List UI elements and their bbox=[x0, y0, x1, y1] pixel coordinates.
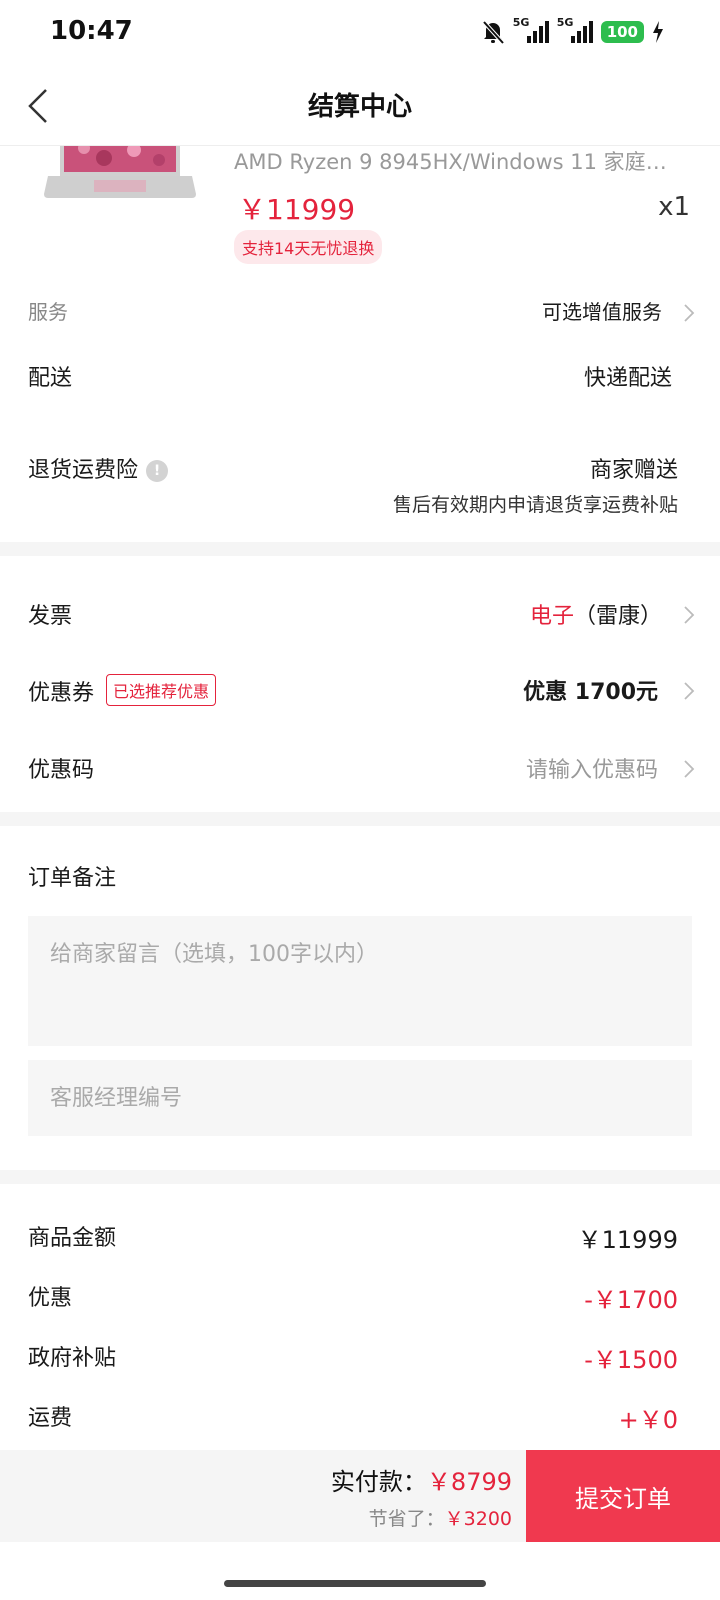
signal-5g-label-1: 5G bbox=[512, 16, 530, 29]
summary-label: 政府补贴 bbox=[28, 1346, 117, 1371]
promo-code-row[interactable]: 优惠码 请输入优惠码 bbox=[0, 750, 720, 790]
home-indicator[interactable] bbox=[224, 1580, 486, 1587]
invoice-type: 电子 bbox=[529, 604, 574, 629]
summary-value: -￥1500 bbox=[584, 1346, 678, 1374]
return-insurance-label: 退货运费险! bbox=[28, 452, 169, 484]
promo-code-label: 优惠码 bbox=[28, 758, 95, 783]
product-spec: AMD Ryzen 9 8945HX/Windows 11 家庭中文版 bbox=[234, 150, 684, 174]
summary-value: -￥1700 bbox=[584, 1286, 678, 1314]
product-price: ￥11999 bbox=[238, 193, 356, 226]
nav-bar: 结算中心 bbox=[0, 64, 720, 146]
signal-5g-label-2: 5G bbox=[556, 16, 574, 29]
summary-row-subtotal: 商品金额 ￥11999 bbox=[0, 1218, 720, 1258]
summary-row-shipping: 运费 +￥0 bbox=[0, 1398, 720, 1438]
status-bar: 10:47 5G 5G 100 bbox=[0, 0, 720, 64]
return-policy-tag: 支持14天无忧退换 bbox=[234, 230, 383, 264]
return-insurance-value: 商家赠送 bbox=[589, 458, 678, 483]
chevron-right-icon bbox=[684, 304, 695, 322]
signal-icon-2: 5G bbox=[557, 17, 593, 43]
summary-label: 商品金额 bbox=[28, 1226, 117, 1251]
coupon-label-text: 优惠券 bbox=[28, 681, 95, 706]
invoice-title: （雷康） bbox=[573, 604, 662, 629]
chevron-right-icon bbox=[684, 682, 695, 700]
summary-row-subsidy: 政府补贴 -￥1500 bbox=[0, 1338, 720, 1378]
coupon-badge: 已选推荐优惠 bbox=[106, 674, 217, 706]
section-divider bbox=[0, 812, 720, 826]
service-value: 可选增值服务 bbox=[542, 300, 662, 324]
submit-order-button[interactable]: 提交订单 bbox=[526, 1450, 720, 1542]
summary-label: 优惠 bbox=[28, 1286, 73, 1311]
status-time: 10:47 bbox=[50, 16, 133, 46]
invoice-row[interactable]: 发票 电子（雷康） bbox=[0, 596, 720, 636]
return-insurance-row: 退货运费险! 商家赠送 售后有效期内申请退货享运费补贴 bbox=[0, 452, 720, 522]
save-amount: ￥3200 bbox=[444, 1508, 512, 1530]
pay-amount: ￥8799 bbox=[426, 1468, 512, 1496]
delivery-value: 快递配送 bbox=[583, 366, 672, 391]
merchant-message-input[interactable] bbox=[28, 916, 692, 1046]
coupon-label: 优惠券 已选推荐优惠 bbox=[28, 674, 217, 707]
signal-icon-1: 5G bbox=[513, 17, 549, 43]
page-title: 结算中心 bbox=[307, 92, 412, 122]
savings: 节省了：￥3200 bbox=[369, 1504, 512, 1531]
service-label: 服务 bbox=[28, 300, 68, 324]
promo-code-placeholder[interactable]: 请输入优惠码 bbox=[526, 752, 658, 784]
status-icons: 5G 5G 100 bbox=[481, 16, 664, 48]
summary-row-discount: 优惠 -￥1700 bbox=[0, 1278, 720, 1318]
pay-label: 实付款： bbox=[330, 1468, 427, 1496]
summary-value: +￥0 bbox=[618, 1406, 678, 1434]
return-insurance-label-text: 退货运费险 bbox=[28, 458, 139, 483]
product-quantity: x1 bbox=[658, 192, 690, 222]
section-divider bbox=[0, 1170, 720, 1184]
invoice-value: 电子（雷康） bbox=[530, 598, 662, 630]
mute-bell-icon bbox=[482, 20, 505, 45]
product-item[interactable]: AMD Ryzen 9 8945HX/Windows 11 家庭中文版 ￥119… bbox=[0, 146, 720, 276]
order-note-label: 订单备注 bbox=[28, 866, 117, 891]
coupon-value: 优惠 1700元 bbox=[523, 680, 658, 705]
chevron-right-icon bbox=[684, 606, 695, 624]
checkout-bar: 实付款：￥8799 节省了：￥3200 提交订单 bbox=[0, 1450, 720, 1542]
delivery-label: 配送 bbox=[28, 366, 73, 391]
chevron-right-icon bbox=[684, 760, 695, 778]
section-divider bbox=[0, 542, 720, 556]
product-image[interactable] bbox=[44, 146, 196, 206]
summary-label: 运费 bbox=[28, 1406, 73, 1431]
invoice-label: 发票 bbox=[28, 604, 73, 629]
return-insurance-note: 售后有效期内申请退货享运费补贴 bbox=[392, 494, 678, 516]
info-icon[interactable]: ! bbox=[146, 460, 169, 482]
summary-value: ￥11999 bbox=[577, 1226, 678, 1254]
delivery-row: 配送 快递配送 bbox=[0, 358, 720, 398]
service-row[interactable]: 服务 可选增值服务 bbox=[0, 294, 720, 334]
order-note-header: 订单备注 bbox=[0, 858, 720, 898]
manager-id-input[interactable] bbox=[28, 1060, 692, 1136]
pay-total: 实付款：￥8799 bbox=[331, 1462, 512, 1497]
charging-icon bbox=[653, 21, 663, 43]
save-label: 节省了： bbox=[368, 1508, 445, 1530]
battery-icon: 100 bbox=[600, 21, 644, 43]
coupon-row[interactable]: 优惠券 已选推荐优惠 优惠 1700元 bbox=[0, 672, 720, 712]
